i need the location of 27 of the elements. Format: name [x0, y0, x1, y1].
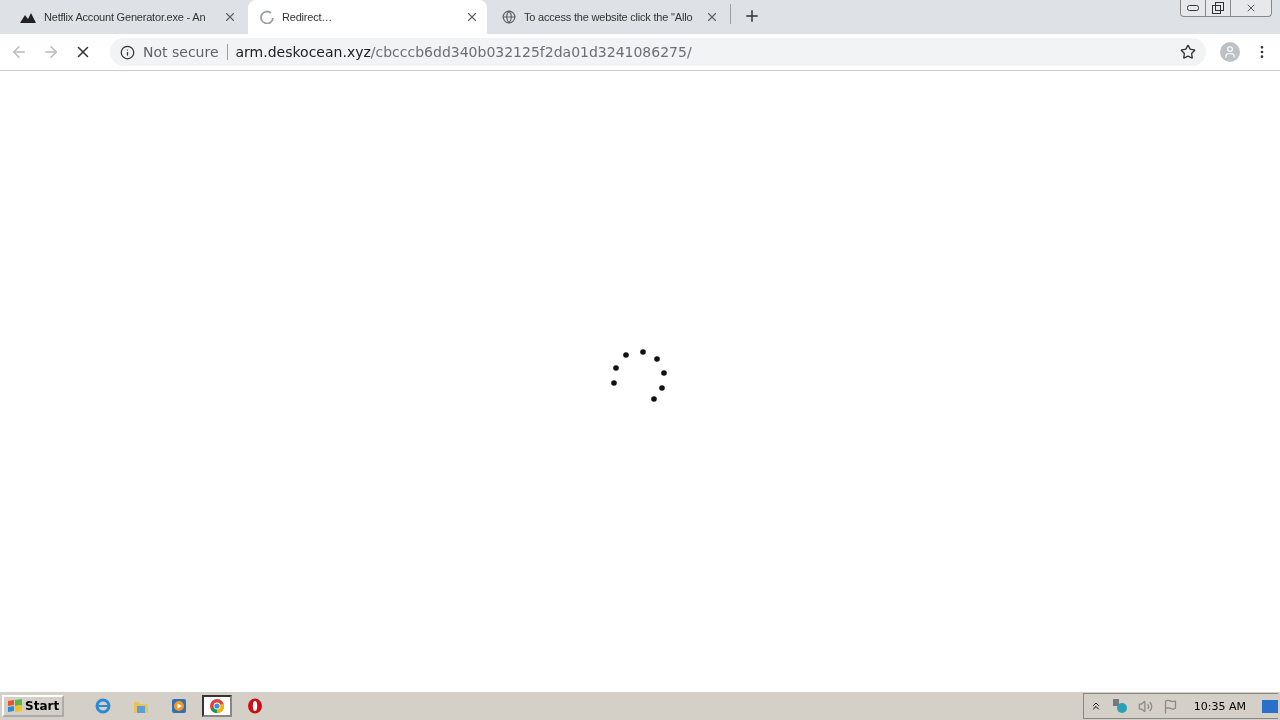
browser-tab[interactable]: Netflix Account Generator.exe - An — [8, 2, 245, 32]
url-path: /cbcccb6dd340b032125f2da01d3241086275/ — [370, 44, 693, 60]
browser-tab[interactable]: To access the website click the "Allo — [490, 2, 727, 32]
show-desktop-icon[interactable] — [1262, 699, 1278, 713]
clock[interactable]: 10:35 AM — [1187, 699, 1252, 713]
network-icon[interactable] — [1111, 698, 1128, 714]
globe-icon — [502, 10, 516, 24]
windows-logo-icon — [7, 699, 23, 713]
star-icon[interactable] — [1180, 44, 1196, 60]
folder-icon — [133, 699, 150, 713]
opera-icon — [247, 698, 264, 714]
browser-e-icon — [95, 698, 112, 714]
address-bar[interactable]: Not secure arm.deskocean.xyz/cbcccb6dd340b032125f2da01d3241086275/ — [110, 38, 1206, 66]
close-icon[interactable] — [465, 10, 479, 24]
new-tab-icon[interactable] — [743, 7, 761, 25]
close-icon[interactable] — [223, 10, 237, 24]
mountain-logo-icon — [20, 11, 36, 23]
taskbar-app[interactable] — [202, 695, 233, 717]
url-host: arm.deskocean.xyz — [235, 44, 371, 60]
close-icon[interactable] — [705, 10, 719, 24]
chrome-icon — [209, 698, 226, 714]
info-icon — [120, 44, 135, 60]
loading-icon — [260, 10, 274, 24]
start-button[interactable]: Start — [2, 695, 65, 717]
security-label: Not secure — [143, 44, 228, 60]
media-player-icon — [171, 698, 188, 714]
browser-tab[interactable]: Redirect… — [248, 0, 487, 34]
